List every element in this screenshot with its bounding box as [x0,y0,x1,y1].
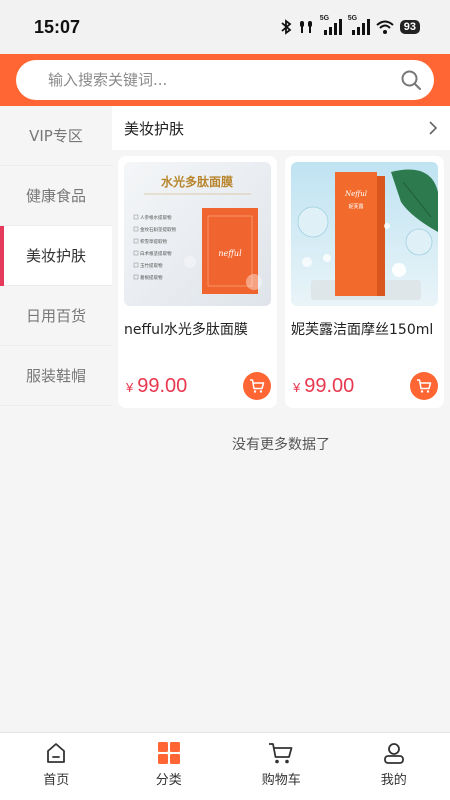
tab-label: 首页 [43,773,70,788]
product-grid: 水光多肽面膜 人参根水提取物 金纹石斛茎提取物 积雪草提取物 白术根茎提取物 玉… [112,150,450,408]
svg-text:积雪草提取物: 积雪草提取物 [140,238,167,245]
category-header[interactable]: 美妆护肤 [112,106,450,150]
tab-label: 分类 [155,773,182,788]
category-icon [157,742,180,764]
signal-5g-icon: 5G [320,15,342,35]
add-to-cart-button[interactable] [410,372,438,400]
cart-icon [417,379,432,393]
category-title: 美妆护肤 [124,119,185,138]
tab-mine[interactable]: 我的 [338,733,450,800]
no-more-data-text: 没有更多数据了 [232,437,330,453]
bluetooth-icon [281,19,292,35]
product-panel: 美妆护肤 水光多肽面膜 人参根水提取物 金纹石斛茎提取物 积雪草提取物 白术根茎… [112,106,450,732]
product-name[interactable]: nefful水光多肽面膜 [124,318,271,366]
product-name[interactable]: 妮芙露洁面摩丝150ml [291,318,438,366]
svg-text:白术根茎提取物: 白术根茎提取物 [140,250,172,257]
status-time: 15:07 [34,16,81,37]
cart-icon [269,743,293,764]
tab-home[interactable]: 首页 [0,733,113,800]
signal-5g-icon-2: 5G [348,15,370,35]
category-sidebar: VIP专区 健康食品 美妆护肤 日用百货 服装鞋帽 [0,106,112,732]
svg-text:Nefful: Nefful [344,190,367,198]
sidebar-item-daily-goods[interactable]: 日用百货 [0,286,112,346]
add-to-cart-button[interactable] [243,372,271,400]
svg-text:人参根水提取物: 人参根水提取物 [140,214,172,221]
bottom-tab-bar: 首页 分类 购物车 我的 [0,732,450,800]
image-title: 水光多肽面膜 [161,174,233,189]
chevron-right-icon[interactable] [428,120,438,136]
tab-label: 购物车 [261,773,301,788]
sidebar-item-health-food[interactable]: 健康食品 [0,166,112,226]
svg-text:葛根提取物: 葛根提取物 [140,274,163,281]
product-price: ¥99.00 [126,375,188,397]
product-card[interactable]: 水光多肽面膜 人参根水提取物 金纹石斛茎提取物 积雪草提取物 白术根茎提取物 玉… [118,156,277,408]
cart-icon [250,379,265,393]
home-icon [47,743,66,763]
search-box[interactable] [16,60,434,100]
user-icon [383,743,404,764]
sidebar-item-vip[interactable]: VIP专区 [0,106,112,166]
search-input[interactable] [48,71,400,89]
search-icon[interactable] [400,69,422,91]
earbuds-icon [299,21,312,33]
svg-text:金纹石斛茎提取物: 金纹石斛茎提取物 [140,226,176,233]
sidebar-item-beauty-skincare[interactable]: 美妆护肤 [0,226,112,286]
status-bar: 15:07 5G 5G 93 [0,0,450,54]
svg-text:nefful: nefful [218,249,242,258]
product-image[interactable]: 水光多肽面膜 人参根水提取物 金纹石斛茎提取物 积雪草提取物 白术根茎提取物 玉… [124,162,271,306]
tab-cart[interactable]: 购物车 [225,733,338,800]
svg-text:玉竹提取物: 玉竹提取物 [140,262,163,269]
search-header [0,54,450,106]
battery-icon: 93 [399,20,420,34]
svg-text:妮芙露: 妮芙露 [348,203,363,210]
product-image[interactable]: Nefful 妮芙露 [291,162,438,306]
tab-label: 我的 [380,773,407,788]
tab-category[interactable]: 分类 [113,733,226,800]
wifi-icon [376,20,394,34]
product-card[interactable]: Nefful 妮芙露 妮芙露洁面摩丝150ml ¥99.00 [285,156,444,408]
product-price: ¥99.00 [293,375,355,397]
sidebar-item-apparel[interactable]: 服装鞋帽 [0,346,112,406]
status-icons: 5G 5G 93 [280,15,420,35]
